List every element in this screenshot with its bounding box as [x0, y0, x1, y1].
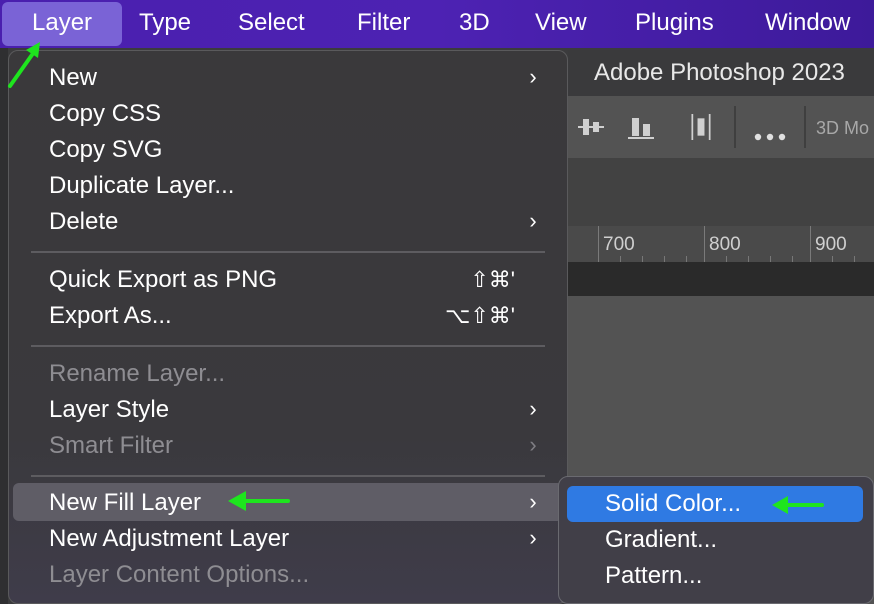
menu-item-rename-layer: Rename Layer...	[49, 360, 226, 387]
menu-item-new-adjustment-layer[interactable]: New Adjustment Layer	[49, 521, 289, 557]
submenu-item-pattern[interactable]: Pattern...	[605, 558, 702, 594]
document-tab-bar	[568, 158, 874, 226]
options-toolbar: 3D Mo	[568, 96, 874, 158]
menu-item-copy-css[interactable]: Copy CSS	[49, 96, 161, 132]
chevron-right-icon: ›	[529, 432, 537, 457]
align-bottom-icon[interactable]	[628, 114, 654, 140]
layer-menu: New › Copy CSS Copy SVG Duplicate Layer.…	[8, 50, 568, 604]
submenu-item-solid-color[interactable]: Solid Color...	[605, 486, 741, 522]
horizontal-ruler: 700 800 900	[568, 226, 874, 262]
menu-type[interactable]: Type	[139, 0, 191, 48]
canvas-strip	[568, 262, 874, 296]
menu-separator	[31, 251, 545, 253]
ruler-label: 900	[815, 234, 847, 255]
menu-item-layer-content-options: Layer Content Options...	[49, 561, 310, 588]
menu-separator	[31, 475, 545, 477]
chevron-right-icon: ›	[529, 489, 537, 514]
menu-item-delete[interactable]: Delete	[49, 204, 118, 240]
menu-item-export-as[interactable]: Export As...	[49, 298, 172, 334]
ruler-label: 800	[709, 234, 741, 255]
shortcut-export-as: ⌥⇧⌘'	[445, 303, 515, 328]
annotation-arrow-icon	[8, 42, 40, 88]
window-edge	[0, 48, 8, 604]
menu-item-copy-svg[interactable]: Copy SVG	[49, 132, 162, 168]
menu-window[interactable]: Window	[765, 0, 850, 48]
chevron-right-icon: ›	[529, 396, 537, 421]
annotation-arrow-icon	[228, 491, 290, 511]
align-vertical-center-icon[interactable]	[578, 114, 604, 140]
chevron-right-icon: ›	[529, 64, 537, 89]
menu-3d[interactable]: 3D	[459, 0, 490, 48]
menu-view[interactable]: View	[535, 0, 587, 48]
menu-item-quick-export[interactable]: Quick Export as PNG	[49, 262, 277, 298]
menu-item-new[interactable]: New	[49, 60, 97, 96]
menu-item-smart-filter: Smart Filter	[49, 432, 174, 459]
menu-item-new-fill-layer[interactable]: New Fill Layer	[49, 485, 201, 521]
menu-item-duplicate-layer[interactable]: Duplicate Layer...	[49, 168, 234, 204]
shortcut-quick-export: ⇧⌘'	[470, 267, 515, 292]
3d-mode-label[interactable]: 3D Mo	[816, 118, 869, 139]
menu-select[interactable]: Select	[238, 0, 305, 48]
toolbar-divider	[734, 106, 736, 148]
annotation-arrow-icon	[772, 496, 824, 514]
fill-layer-submenu: Solid Color... Gradient... Pattern...	[558, 476, 874, 604]
submenu-item-gradient[interactable]: Gradient...	[605, 522, 717, 558]
menu-bar: Layer Type Select Filter 3D View Plugins…	[0, 0, 874, 48]
menu-filter[interactable]: Filter	[357, 0, 410, 48]
chevron-right-icon: ›	[529, 525, 537, 550]
menu-separator	[31, 345, 545, 347]
distribute-icon[interactable]	[688, 114, 714, 140]
toolbar-divider	[804, 106, 806, 148]
menu-item-layer-style[interactable]: Layer Style	[49, 392, 169, 428]
app-title: Adobe Photoshop 2023	[568, 50, 874, 96]
chevron-right-icon: ›	[529, 208, 537, 233]
more-options-icon[interactable]	[754, 124, 786, 150]
menu-plugins[interactable]: Plugins	[635, 0, 714, 48]
ruler-label: 700	[603, 234, 635, 255]
